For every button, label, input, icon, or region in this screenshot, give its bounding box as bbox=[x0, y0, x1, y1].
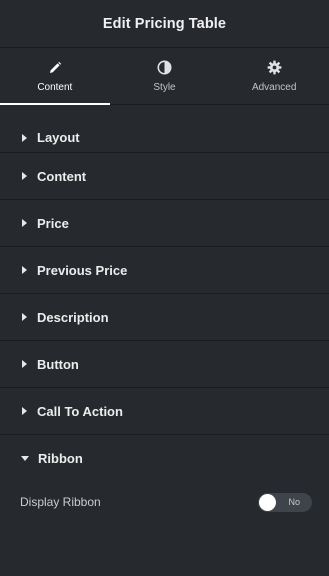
section-label: Ribbon bbox=[38, 451, 83, 466]
section-layout[interactable]: Layout bbox=[0, 123, 329, 153]
tab-content[interactable]: Content bbox=[0, 48, 110, 105]
section-label: Previous Price bbox=[37, 262, 128, 278]
caret-right-icon bbox=[22, 266, 27, 274]
caret-right-icon bbox=[22, 133, 27, 142]
section-label: Layout bbox=[37, 130, 80, 145]
toggle-knob bbox=[259, 493, 276, 511]
caret-down-icon bbox=[21, 456, 29, 461]
caret-right-icon bbox=[22, 407, 27, 415]
section-price[interactable]: Price bbox=[0, 200, 329, 247]
tab-advanced-label: Advanced bbox=[251, 81, 297, 93]
caret-right-icon bbox=[22, 360, 27, 368]
caret-right-icon bbox=[22, 313, 27, 321]
caret-right-icon bbox=[22, 219, 27, 227]
display-ribbon-label: Display Ribbon bbox=[20, 495, 101, 509]
section-list: Layout Content Price Previous Price Desc… bbox=[0, 123, 329, 522]
panel-title: Edit Pricing Table bbox=[102, 15, 227, 32]
panel-tabs: Content Style Advanced bbox=[0, 48, 329, 105]
display-ribbon-toggle[interactable]: No bbox=[258, 492, 312, 512]
section-ribbon[interactable]: Ribbon bbox=[0, 435, 329, 482]
tab-advanced[interactable]: Advanced bbox=[219, 48, 329, 104]
section-content[interactable]: Content bbox=[0, 153, 329, 200]
section-label: Description bbox=[37, 309, 109, 325]
section-previous-price[interactable]: Previous Price bbox=[0, 247, 329, 294]
gear-icon bbox=[266, 60, 282, 76]
toggle-state-text: No bbox=[288, 496, 300, 507]
section-label: Button bbox=[37, 356, 79, 372]
tab-style-label: Style bbox=[153, 81, 176, 93]
editor-panel: Edit Pricing Table Content Style Advance… bbox=[0, 0, 329, 576]
half-circle-icon bbox=[157, 60, 173, 76]
tab-style[interactable]: Style bbox=[110, 48, 220, 104]
caret-right-icon bbox=[22, 172, 27, 180]
display-ribbon-control: Display Ribbon No bbox=[0, 482, 329, 522]
section-description[interactable]: Description bbox=[0, 294, 329, 341]
tab-content-label: Content bbox=[37, 81, 73, 93]
section-label: Call To Action bbox=[37, 403, 123, 419]
section-call-to-action[interactable]: Call To Action bbox=[0, 388, 329, 435]
pencil-icon bbox=[47, 60, 63, 76]
section-label: Price bbox=[37, 215, 69, 231]
section-label: Content bbox=[37, 168, 87, 184]
panel-header: Edit Pricing Table bbox=[0, 0, 329, 48]
section-button[interactable]: Button bbox=[0, 341, 329, 388]
